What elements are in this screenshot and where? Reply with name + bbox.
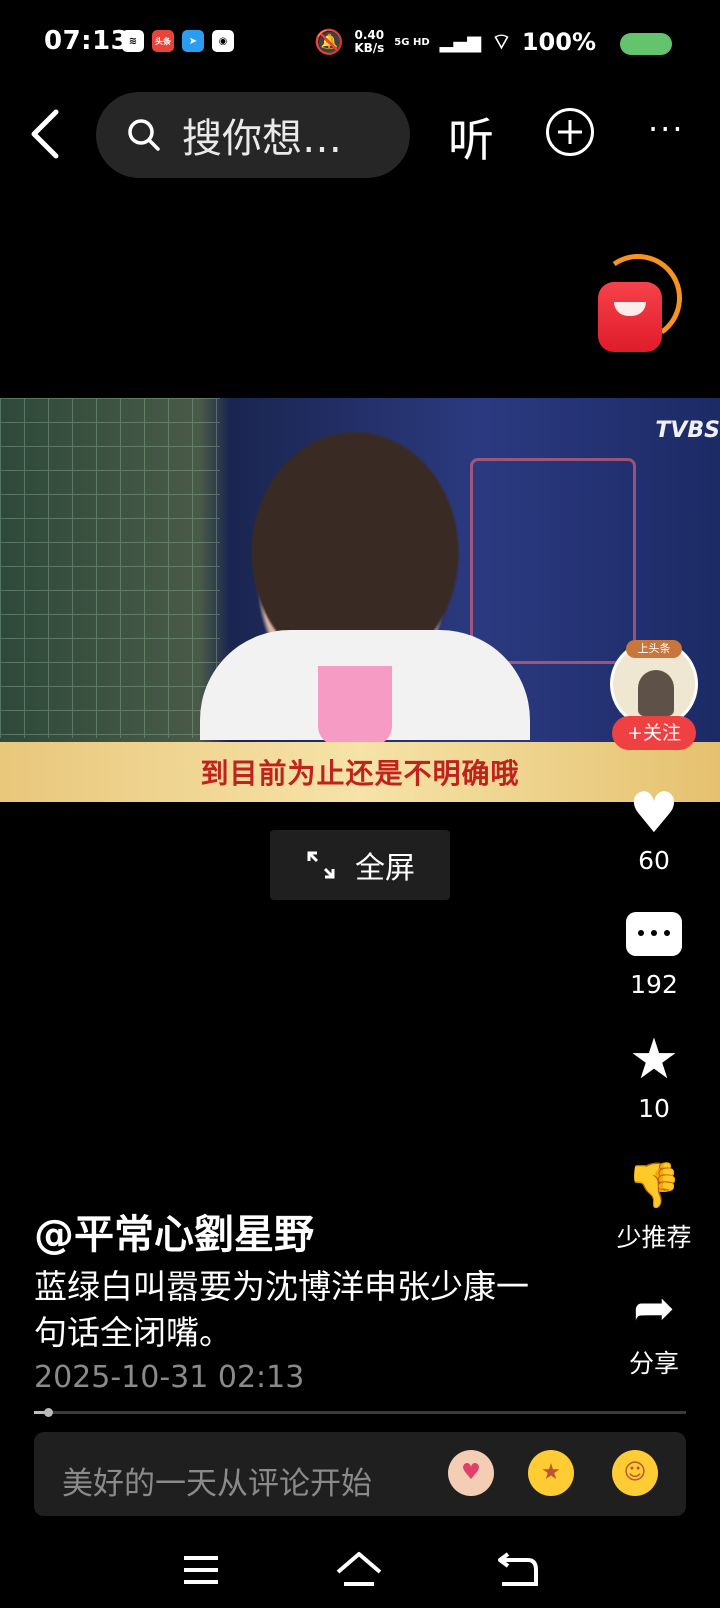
home-icon[interactable] bbox=[334, 1548, 384, 1592]
star-eyes-emoji-icon[interactable]: ★ bbox=[528, 1450, 574, 1496]
favorite-count: 10 bbox=[638, 1094, 670, 1123]
author-name[interactable]: @平常心劉星野 bbox=[34, 1202, 314, 1260]
network-indicator: 5G HD bbox=[394, 36, 430, 48]
back-arrow-icon[interactable] bbox=[22, 104, 70, 164]
share-label[interactable]: 分享 bbox=[600, 1344, 708, 1380]
thumbs-down-icon[interactable]: 👎 bbox=[620, 1156, 688, 1216]
mute-icon: 🔕 bbox=[314, 28, 345, 56]
add-icon[interactable] bbox=[546, 108, 594, 156]
red-envelope-icon[interactable] bbox=[598, 282, 662, 352]
subtitle-text: 到目前为止还是不明确哦 bbox=[200, 757, 520, 790]
comment-count: 192 bbox=[630, 970, 678, 999]
search-icon bbox=[128, 119, 160, 151]
fullscreen-label: 全屏 bbox=[355, 851, 415, 886]
grin-emoji-icon[interactable]: ☺ bbox=[612, 1450, 658, 1496]
post-date: 2025-10-31 02:13 bbox=[34, 1360, 305, 1395]
favorite-star-icon[interactable]: ★ bbox=[620, 1030, 688, 1090]
avatar-figure bbox=[638, 670, 674, 716]
presenter-shirt bbox=[318, 666, 392, 746]
signal-icon: ▂▄▆ bbox=[439, 31, 482, 53]
camera-icon: ◉ bbox=[212, 30, 234, 52]
status-time: 07:13 bbox=[44, 26, 130, 56]
telegram-icon: ➤ bbox=[182, 30, 204, 52]
battery-percent: 100% bbox=[521, 28, 596, 56]
listen-button[interactable]: 听 bbox=[448, 104, 494, 170]
subtitle-bar: 到目前为止还是不明确哦 bbox=[0, 742, 720, 802]
city-backdrop bbox=[470, 458, 636, 664]
progress-track[interactable] bbox=[34, 1411, 686, 1414]
share-arrow-icon[interactable]: ➦ bbox=[620, 1278, 688, 1338]
wifi-app-icon: ≋ bbox=[122, 30, 144, 52]
battery-icon bbox=[620, 33, 672, 55]
aerial-map-backdrop bbox=[0, 398, 220, 738]
finger-heart-emoji-icon[interactable]: ♥ bbox=[448, 1450, 494, 1496]
status-right: 🔕 0.40 KB/s 5G HD ▂▄▆ ⌔ 100% bbox=[314, 28, 662, 56]
toutiao-icon: 头条 bbox=[152, 30, 174, 52]
expand-icon bbox=[307, 851, 335, 879]
back-nav-icon[interactable] bbox=[494, 1548, 544, 1592]
tvbs-watermark: TVBS bbox=[655, 418, 720, 443]
fullscreen-button[interactable]: 全屏 bbox=[270, 830, 450, 900]
progress-knob[interactable] bbox=[44, 1408, 53, 1417]
comment-icon[interactable] bbox=[626, 912, 682, 956]
wifi-icon: ⌔ bbox=[491, 30, 512, 55]
avatar-badge: 上头条 bbox=[626, 640, 682, 658]
search-placeholder: 搜你想… bbox=[182, 116, 342, 162]
like-icon[interactable]: ♥ bbox=[620, 784, 688, 844]
netspeed: 0.40 KB/s bbox=[354, 29, 384, 55]
comment-placeholder: 美好的一天从评论开始 bbox=[62, 1466, 372, 1502]
search-bar[interactable]: 搜你想… bbox=[96, 92, 410, 178]
menu-icon[interactable] bbox=[176, 1548, 226, 1592]
video-player[interactable]: TVBS 到目前为止还是不明确哦 bbox=[0, 398, 720, 802]
follow-button[interactable]: +关注 bbox=[612, 716, 696, 750]
like-count: 60 bbox=[638, 846, 670, 875]
post-description: 蓝绿白叫嚣要为沈博洋申张少康一句话全闭嘴。 bbox=[34, 1267, 529, 1352]
dislike-label[interactable]: 少推荐 bbox=[600, 1218, 708, 1254]
status-app-icons: ≋ 头条 ➤ ◉ bbox=[122, 30, 234, 52]
more-menu-icon[interactable]: ··· bbox=[648, 110, 685, 148]
netspeed-unit: KB/s bbox=[354, 41, 385, 55]
